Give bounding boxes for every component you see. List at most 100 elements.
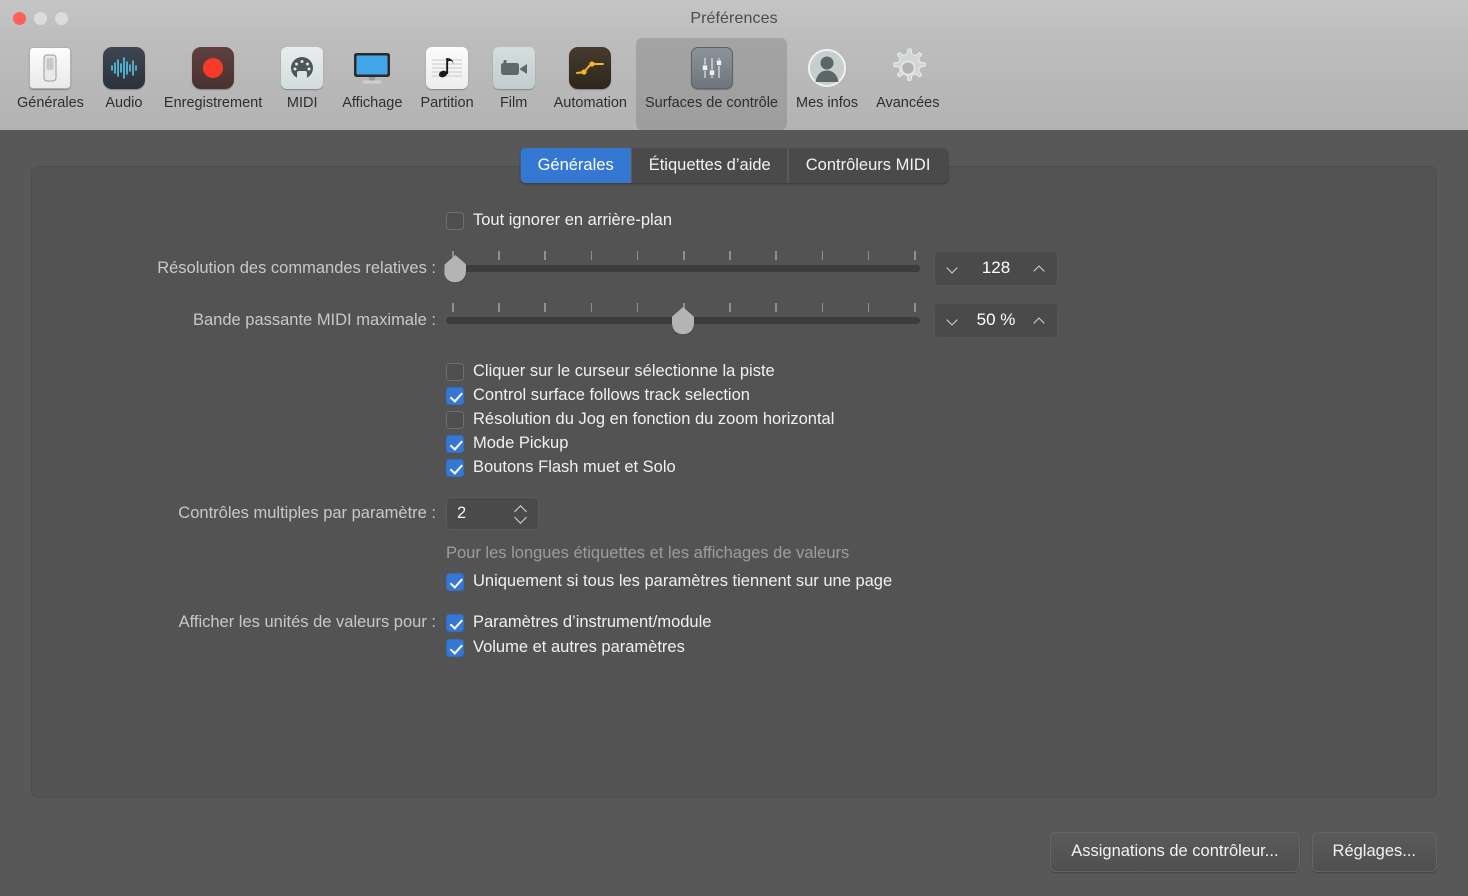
slider-track bbox=[446, 265, 920, 272]
tab-bar: Générales Étiquettes d’aide Contrôleurs … bbox=[521, 148, 948, 183]
toolbar-label: MIDI bbox=[287, 95, 318, 111]
checkbox-mode-pickup[interactable]: Mode Pickup bbox=[446, 434, 568, 453]
stepper-resolution-value[interactable]: 128 bbox=[934, 250, 1058, 286]
footer-buttons: Assignations de contrôleur... Réglages..… bbox=[1050, 832, 1437, 872]
checkbox-label: Uniquement si tous les paramètres tienne… bbox=[473, 572, 892, 591]
toolbar-label: Partition bbox=[420, 95, 473, 111]
hint-long-labels: Pour les longues étiquettes et les affic… bbox=[446, 544, 849, 563]
toolbar-label: Audio bbox=[105, 95, 142, 111]
person-icon bbox=[805, 46, 849, 90]
display-icon bbox=[350, 46, 394, 90]
checkbox-resolution-du-jog[interactable]: Résolution du Jog en fonction du zoom ho… bbox=[446, 410, 834, 429]
checkbox-box-icon bbox=[446, 212, 464, 230]
checkbox-uniquement-si-tous-les-parametres[interactable]: Uniquement si tous les paramètres tienne… bbox=[446, 572, 892, 591]
toolbar-label: Mes infos bbox=[796, 95, 858, 111]
maximize-button-icon[interactable] bbox=[55, 12, 68, 25]
label-afficher-unites-de-valeurs: Afficher les unités de valeurs pour : bbox=[32, 613, 446, 632]
row-relative-resolution: Résolution des commandes relatives : 128 bbox=[32, 250, 1436, 286]
toolbar-label: Automation bbox=[554, 95, 627, 111]
checkbox-box-icon bbox=[446, 387, 464, 405]
checkbox-box-icon bbox=[446, 435, 464, 453]
toolbar-label: Générales bbox=[17, 95, 84, 111]
row-checkbox-2: Control surface follows track selection bbox=[32, 386, 1436, 405]
checkbox-box-icon bbox=[446, 639, 464, 657]
toolbar-item-surfaces-de-controle[interactable]: Surfaces de contrôle bbox=[636, 38, 787, 130]
tab-generales[interactable]: Générales bbox=[521, 148, 632, 183]
row-checkbox-5: Boutons Flash muet et Solo bbox=[32, 458, 1436, 477]
checkbox-label: Paramètres d’instrument/module bbox=[473, 613, 711, 632]
faders-icon bbox=[690, 46, 734, 90]
stepper-value: 50 % bbox=[959, 310, 1033, 330]
checkbox-box-icon bbox=[446, 411, 464, 429]
toolbar-label: Affichage bbox=[342, 95, 402, 111]
row-ignore-all-background: Tout ignorer en arrière-plan bbox=[32, 211, 1436, 230]
row-checkbox-1: Cliquer sur le curseur sélectionne la pi… bbox=[32, 362, 1436, 381]
toolbar-label: Avancées bbox=[876, 95, 939, 111]
checkbox-label: Boutons Flash muet et Solo bbox=[473, 458, 676, 477]
toolbar-item-avancees[interactable]: Avancées bbox=[867, 38, 948, 117]
settings-panel: Tout ignorer en arrière-plan Résolution … bbox=[31, 166, 1437, 798]
chevron-up-icon[interactable] bbox=[1033, 314, 1046, 327]
toolbar-item-enregistrement[interactable]: Enregistrement bbox=[155, 38, 271, 117]
toolbar-item-generales[interactable]: Générales bbox=[8, 38, 93, 117]
row-long-labels-hint: Pour les longues étiquettes et les affic… bbox=[32, 544, 1436, 563]
stepper-bande-passante-value[interactable]: 50 % bbox=[934, 302, 1058, 338]
checkbox-label: Résolution du Jog en fonction du zoom ho… bbox=[473, 410, 834, 429]
checkbox-box-icon bbox=[446, 459, 464, 477]
toolbar-item-audio[interactable]: Audio bbox=[93, 38, 155, 117]
record-icon bbox=[191, 46, 235, 90]
checkbox-tout-ignorer-en-arriere-plan[interactable]: Tout ignorer en arrière-plan bbox=[446, 211, 672, 230]
stepper-controles-multiples[interactable]: 2 bbox=[446, 497, 539, 530]
midi-icon bbox=[280, 46, 324, 90]
controller-assignments-button[interactable]: Assignations de contrôleur... bbox=[1050, 832, 1299, 872]
checkbox-volume-et-autres-parametres[interactable]: Volume et autres paramètres bbox=[446, 638, 685, 657]
toolbar-item-affichage[interactable]: Affichage bbox=[333, 38, 411, 117]
toolbar-item-partition[interactable]: Partition bbox=[411, 38, 482, 117]
checkbox-control-surface-follows-track-selection[interactable]: Control surface follows track selection bbox=[446, 386, 750, 405]
slider-bande-passante-midi[interactable] bbox=[446, 303, 920, 337]
toolbar-label: Enregistrement bbox=[164, 95, 262, 111]
toolbar-item-mes-infos[interactable]: Mes infos bbox=[787, 38, 867, 117]
checkbox-cliquer-sur-le-curseur[interactable]: Cliquer sur le curseur sélectionne la pi… bbox=[446, 362, 775, 381]
audio-icon bbox=[102, 46, 146, 90]
row-checkbox-4: Mode Pickup bbox=[32, 434, 1436, 453]
checkbox-boutons-flash-muet-et-solo[interactable]: Boutons Flash muet et Solo bbox=[446, 458, 676, 477]
generales-icon bbox=[28, 46, 72, 90]
checkbox-label: Cliquer sur le curseur sélectionne la pi… bbox=[473, 362, 775, 381]
stepper-value: 128 bbox=[959, 258, 1033, 278]
chevron-down-icon[interactable] bbox=[946, 262, 959, 275]
tab-controleurs-midi[interactable]: Contrôleurs MIDI bbox=[789, 148, 948, 183]
checkbox-label: Volume et autres paramètres bbox=[473, 638, 685, 657]
checkbox-box-icon bbox=[446, 363, 464, 381]
checkbox-parametres-d-instrument-module[interactable]: Paramètres d’instrument/module bbox=[446, 613, 711, 632]
toolbar-item-film[interactable]: Film bbox=[483, 38, 545, 117]
content-area: Générales Étiquettes d’aide Contrôleurs … bbox=[0, 130, 1468, 896]
chevron-down-icon[interactable] bbox=[946, 314, 959, 327]
close-button-icon[interactable] bbox=[13, 12, 26, 25]
toolbar-item-midi[interactable]: MIDI bbox=[271, 38, 333, 117]
chevron-up-icon[interactable] bbox=[1033, 262, 1046, 275]
automation-icon bbox=[568, 46, 612, 90]
checkbox-label: Control surface follows track selection bbox=[473, 386, 750, 405]
checkbox-box-icon bbox=[446, 614, 464, 632]
toolbar-label: Film bbox=[500, 95, 527, 111]
title-bar: Préférences bbox=[0, 0, 1468, 38]
row-show-units-2: Volume et autres paramètres bbox=[32, 638, 1436, 657]
row-show-units-1: Afficher les unités de valeurs pour : Pa… bbox=[32, 613, 1436, 632]
minimize-button-icon[interactable] bbox=[34, 12, 47, 25]
slider-resolution-commandes-relatives[interactable] bbox=[446, 251, 920, 285]
slider-ticks bbox=[452, 251, 914, 260]
toolbar-item-automation[interactable]: Automation bbox=[545, 38, 636, 117]
window-title: Préférences bbox=[0, 10, 1468, 28]
checkbox-box-icon bbox=[446, 573, 464, 591]
gear-icon bbox=[886, 46, 930, 90]
stepper-up-down-icon[interactable] bbox=[514, 504, 528, 524]
label-bande-passante-midi-maximale: Bande passante MIDI maximale : bbox=[32, 311, 446, 330]
tab-etiquettes-d-aide[interactable]: Étiquettes d’aide bbox=[632, 148, 789, 183]
score-icon bbox=[425, 46, 469, 90]
preferences-toolbar: Générales bbox=[0, 38, 1468, 130]
label-controles-multiples: Contrôles multiples par paramètre : bbox=[32, 504, 446, 523]
settings-button[interactable]: Réglages... bbox=[1312, 832, 1437, 872]
label-resolution-commandes-relatives: Résolution des commandes relatives : bbox=[32, 259, 446, 278]
row-fit-one-page: Uniquement si tous les paramètres tienne… bbox=[32, 572, 1436, 591]
